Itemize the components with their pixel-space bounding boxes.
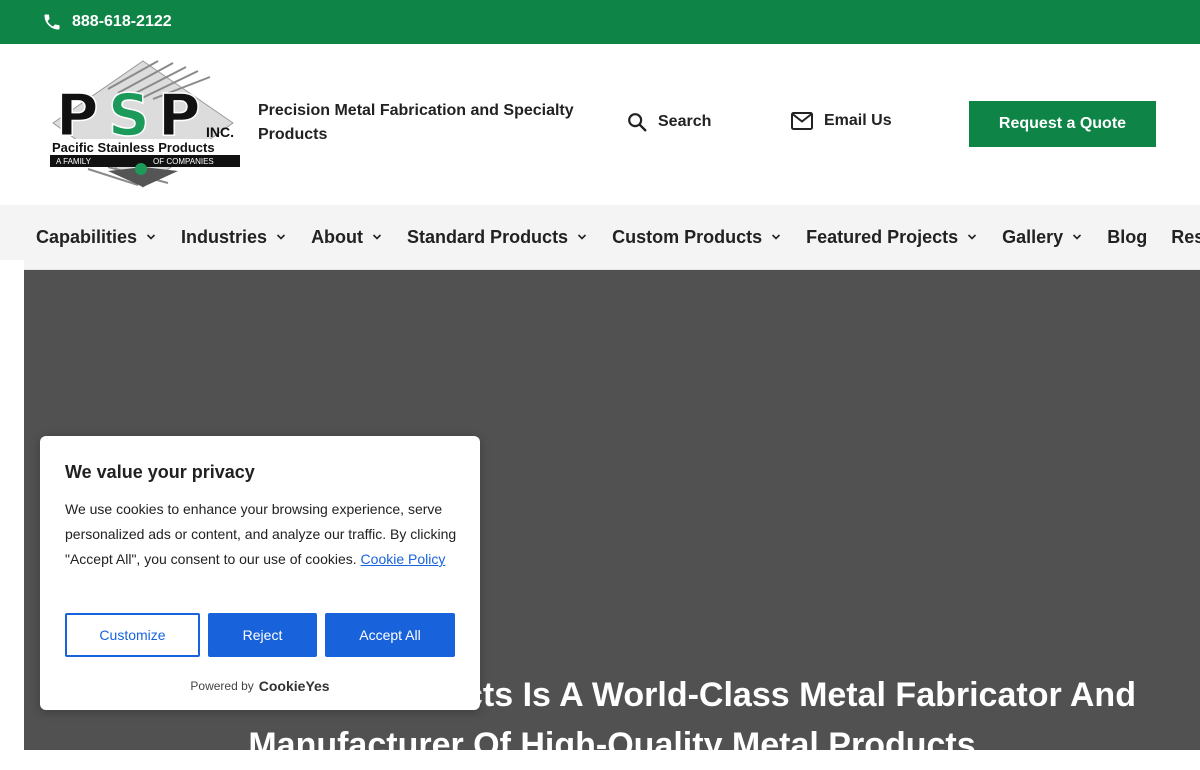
svg-text:OF COMPANIES: OF COMPANIES <box>153 157 214 166</box>
nav-item-label: Featured Projects <box>806 226 959 247</box>
nav-item-featured-projects[interactable]: Featured Projects <box>806 227 978 248</box>
chevron-down-icon <box>372 234 382 240</box>
top-bar: 888-618-2122 <box>0 0 1200 44</box>
email-link[interactable]: Email Us <box>790 111 892 131</box>
reject-button[interactable]: Reject <box>208 613 317 657</box>
mail-icon <box>791 112 813 130</box>
phone-number: 888-618-2122 <box>72 13 172 30</box>
nav-item-label: About <box>311 226 364 247</box>
nav-item-blog[interactable]: Blog <box>1107 227 1147 248</box>
svg-text:Pacific Stainless Products: Pacific Stainless Products <box>52 140 215 155</box>
search-label: Search <box>658 113 712 130</box>
company-logo[interactable]: P S P INC. Pacific Stainless Products A … <box>48 59 248 191</box>
request-quote-button[interactable]: Request a Quote <box>969 101 1156 147</box>
nav-item-label: Gallery <box>1002 226 1064 247</box>
cookie-policy-link[interactable]: Cookie Policy <box>361 551 446 567</box>
cookie-title: We value your privacy <box>65 462 255 482</box>
powered-by-label: Powered by <box>190 679 254 693</box>
nav-item-custom-products[interactable]: Custom Products <box>612 227 782 248</box>
svg-text:A FAMILY: A FAMILY <box>56 157 92 166</box>
site-header: P S P INC. Pacific Stainless Products A … <box>0 44 1200 205</box>
chevron-down-icon <box>968 234 977 240</box>
nav-item-label: Blog <box>1107 226 1148 247</box>
nav-item-res[interactable]: Res <box>1171 227 1200 248</box>
phone-icon <box>44 14 60 30</box>
chevron-down-icon <box>772 234 781 240</box>
nav-item-about[interactable]: About <box>311 227 383 248</box>
nav-list: Capabilities Industries About Standard Prod… <box>36 205 1200 269</box>
accept-all-button[interactable]: Accept All <box>325 613 455 657</box>
chevron-down-icon <box>578 234 587 240</box>
page-edge <box>0 260 24 750</box>
chevron-down-icon <box>1073 234 1082 240</box>
nav-item-label: Res <box>1171 226 1200 247</box>
cookie-consent-dialog: We value your privacy We use cookies to … <box>40 436 480 710</box>
nav-item-capabilities[interactable]: Capabilities <box>36 227 157 248</box>
cookieyes-logo[interactable]: CookieYes <box>259 678 330 694</box>
nav-item-label: Standard Products <box>407 226 569 247</box>
main-nav: Capabilities Industries About Standard Prod… <box>0 205 1200 270</box>
nav-item-industries[interactable]: Industries <box>181 227 287 248</box>
cookie-description: We use cookies to enhance your browsing … <box>65 497 460 572</box>
search-link[interactable]: Search <box>626 111 711 133</box>
phone-link[interactable]: 888-618-2122 <box>42 12 172 32</box>
site-tagline: Precision Metal Fabrication and Specialt… <box>258 102 574 143</box>
nav-item-standard-products[interactable]: Standard Products <box>407 227 588 248</box>
svg-text:P: P <box>158 81 199 149</box>
customize-button[interactable]: Customize <box>65 613 200 657</box>
nav-item-label: Capabilities <box>36 226 138 247</box>
chevron-down-icon <box>146 234 156 240</box>
email-label: Email Us <box>824 112 892 129</box>
chevron-down-icon <box>276 234 286 240</box>
search-icon <box>628 113 647 132</box>
nav-item-label: Industries <box>181 226 268 247</box>
svg-text:S: S <box>108 81 146 149</box>
svg-text:INC.: INC. <box>206 124 234 140</box>
nav-item-label: Custom Products <box>612 226 763 247</box>
nav-item-gallery[interactable]: Gallery <box>1002 227 1083 248</box>
powered-by: Powered by CookieYes <box>40 678 480 694</box>
svg-text:P: P <box>56 81 97 149</box>
